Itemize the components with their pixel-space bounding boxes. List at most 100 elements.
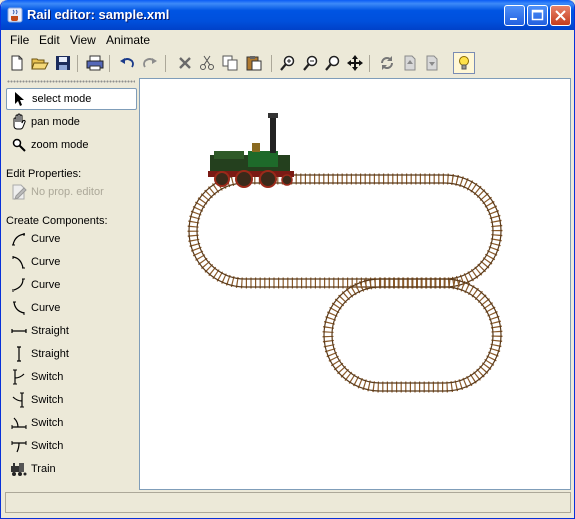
toolbar-separator (109, 55, 110, 72)
menu-view[interactable]: View (70, 33, 96, 47)
track-bottom-loop[interactable] (322, 277, 503, 393)
send-back-button[interactable] (421, 52, 443, 74)
open-folder-icon (31, 58, 49, 70)
component-straight-vertical[interactable]: Straight (6, 343, 137, 365)
zoom-mode-button[interactable]: zoom mode (6, 134, 137, 156)
toolbar-separator (77, 55, 78, 72)
zoom-fit-icon (325, 55, 340, 71)
pan-move-button[interactable] (344, 52, 366, 74)
curve-se-icon (12, 278, 25, 292)
cut-icon (200, 55, 214, 70)
print-button[interactable] (84, 52, 106, 74)
paste-icon (246, 56, 262, 71)
switch-left-icon (12, 392, 24, 408)
java-cup-icon (7, 7, 23, 23)
component-curve-ne[interactable]: Curve (6, 228, 137, 250)
redo-button[interactable] (139, 52, 161, 74)
component-straight-horizontal[interactable]: Straight (6, 320, 137, 342)
toolbar-separator (165, 55, 166, 72)
switch-up-icon (11, 417, 27, 429)
magnifier-icon (12, 138, 26, 152)
component-switch-left[interactable]: Switch (6, 389, 137, 411)
component-switch-right[interactable]: Switch (6, 366, 137, 388)
lightbulb-icon (459, 56, 469, 70)
component-label: Straight (31, 348, 69, 360)
component-label: Switch (31, 440, 64, 452)
menu-animate[interactable]: Animate (106, 33, 150, 47)
menu-edit[interactable]: Edit (39, 33, 60, 47)
track-top-loop[interactable] (187, 173, 503, 289)
prop-editor-label: No prop. editor (31, 186, 104, 198)
component-label: Switch (31, 394, 64, 406)
component-label: Switch (31, 417, 64, 429)
drawing-canvas[interactable] (139, 78, 571, 490)
save-button[interactable] (52, 52, 74, 74)
component-curve-se[interactable]: Curve (6, 274, 137, 296)
component-switch-up[interactable]: Switch (6, 412, 137, 434)
bring-front-icon (404, 55, 416, 71)
train-icon (11, 463, 27, 476)
straight-vertical-icon (17, 346, 21, 362)
copy-button[interactable] (219, 52, 241, 74)
select-mode-label: select mode (32, 93, 92, 105)
minimize-icon (510, 18, 517, 20)
print-icon (86, 55, 104, 71)
rotate-button[interactable] (376, 52, 398, 74)
bring-front-button[interactable] (399, 52, 421, 74)
window-title: Rail editor: sample.xml (27, 7, 170, 22)
component-curve-nw[interactable]: Curve (6, 251, 137, 273)
component-label: Curve (31, 302, 61, 314)
title-bar[interactable]: Rail editor: sample.xml (1, 0, 574, 30)
paste-button[interactable] (243, 52, 265, 74)
component-label: Switch (31, 371, 64, 383)
panel-grip[interactable] (7, 80, 135, 83)
zoom-fit-button[interactable] (322, 52, 344, 74)
new-file-button[interactable] (6, 52, 28, 74)
straight-horizontal-icon (11, 329, 27, 333)
send-back-icon (426, 55, 438, 71)
new-file-icon (11, 55, 23, 71)
tips-toggle-button[interactable] (453, 52, 475, 74)
component-label: Straight (31, 325, 69, 337)
zoom-out-icon (303, 55, 318, 71)
minimize-button[interactable] (504, 5, 525, 26)
delete-button[interactable] (174, 52, 196, 74)
zoom-mode-label: zoom mode (31, 139, 89, 151)
menu-bar: File Edit View Animate (5, 30, 571, 49)
zoom-out-button[interactable] (300, 52, 322, 74)
select-mode-button[interactable]: select mode (6, 88, 137, 110)
component-label: Train (31, 463, 56, 475)
create-components-heading: Create Components: (6, 215, 108, 227)
close-icon (555, 10, 566, 21)
left-panel: select mode pan mode zoom mode Edit Prop… (5, 78, 139, 490)
component-label: Curve (31, 256, 61, 268)
pan-move-icon (347, 55, 363, 71)
close-button[interactable] (550, 5, 571, 26)
save-icon (56, 56, 70, 70)
undo-button[interactable] (116, 52, 138, 74)
curve-sw-icon (13, 301, 25, 315)
pan-mode-button[interactable]: pan mode (6, 111, 137, 133)
rail-layout[interactable] (140, 79, 571, 490)
rotate-icon (381, 56, 393, 70)
locomotive[interactable] (208, 113, 294, 188)
component-curve-sw[interactable]: Curve (6, 297, 137, 319)
curve-nw-icon (12, 256, 25, 269)
component-label: Curve (31, 279, 61, 291)
redo-icon (143, 58, 157, 68)
toolbar-separator (369, 55, 370, 72)
curve-ne-icon (12, 233, 26, 246)
delete-icon (179, 57, 191, 69)
cut-button[interactable] (196, 52, 218, 74)
component-label: Curve (31, 233, 61, 245)
zoom-in-icon (280, 55, 295, 71)
copy-icon (222, 55, 238, 71)
zoom-in-button[interactable] (277, 52, 299, 74)
maximize-button[interactable] (527, 5, 548, 26)
menu-file[interactable]: File (10, 33, 29, 47)
app-window: Rail editor: sample.xml File Edit View A… (0, 0, 575, 519)
switch-right-icon (13, 369, 25, 385)
open-button[interactable] (29, 52, 51, 74)
component-switch-down[interactable]: Switch (6, 435, 137, 457)
component-train[interactable]: Train (6, 458, 137, 480)
